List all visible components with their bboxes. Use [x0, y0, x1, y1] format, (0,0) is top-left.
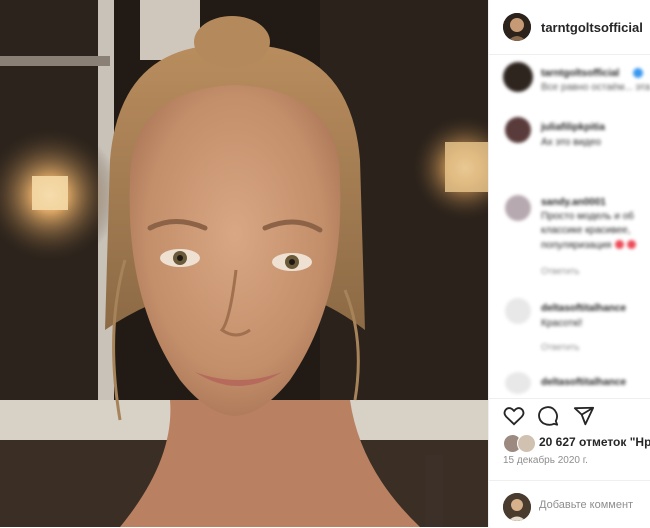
- comment-username[interactable]: deltasoftitalhance: [541, 303, 626, 314]
- comment-username[interactable]: tarntgoltsofficial: [541, 68, 619, 79]
- add-comment-input[interactable]: Добавьте коммент: [539, 499, 633, 511]
- post-date[interactable]: 15 декабрь 2020 г.: [503, 455, 588, 466]
- verified-badge-icon: [633, 68, 643, 78]
- heart-emoji-icon: [627, 240, 636, 249]
- comment-text: Просто модель и об: [541, 211, 634, 222]
- comment-text: Красоткі!: [541, 318, 583, 329]
- comment-text: Все равно остаём... эта: [541, 82, 650, 93]
- author-avatar[interactable]: [503, 13, 531, 41]
- likes-count[interactable]: 20 627 отметок "Нр: [539, 435, 650, 449]
- reply-link[interactable]: Ответить: [541, 266, 579, 276]
- comment-username[interactable]: juliafilipkpitia: [541, 122, 605, 133]
- author-avatar-image: [503, 13, 531, 41]
- current-user-avatar-image: [503, 493, 531, 521]
- comment-text-line: классике красивее,: [541, 225, 631, 236]
- share-icon[interactable]: [573, 405, 595, 432]
- post-sidebar: tarntgoltsofficial tarntgoltsofficial Вс…: [488, 0, 650, 527]
- comment-text: Ах это видео: [541, 137, 601, 148]
- current-user-avatar: [503, 493, 531, 521]
- comment-avatar[interactable]: [503, 62, 533, 92]
- post-actions: [489, 398, 650, 433]
- comment-avatar[interactable]: [505, 372, 531, 394]
- post-header: tarntgoltsofficial: [489, 0, 650, 55]
- comment-icon[interactable]: [537, 405, 559, 432]
- post-photo[interactable]: [0, 0, 488, 527]
- author-username[interactable]: tarntgoltsofficial: [541, 20, 643, 35]
- selfie-image: [0, 0, 488, 527]
- add-comment-bar: Добавьте коммент: [489, 480, 650, 528]
- reply-link[interactable]: Ответить: [541, 342, 579, 352]
- liker-avatar: [517, 434, 536, 453]
- comment-username[interactable]: deltasoftitalhance: [541, 377, 626, 388]
- comment-username[interactable]: sandy.an0001: [541, 197, 606, 208]
- heart-icon[interactable]: [503, 406, 525, 431]
- comment-avatar[interactable]: [505, 298, 531, 324]
- heart-emoji-icon: [615, 240, 624, 249]
- comment-avatar[interactable]: [505, 117, 531, 143]
- comment-text-line: популяризация: [541, 240, 612, 251]
- comment-avatar[interactable]: [505, 195, 531, 221]
